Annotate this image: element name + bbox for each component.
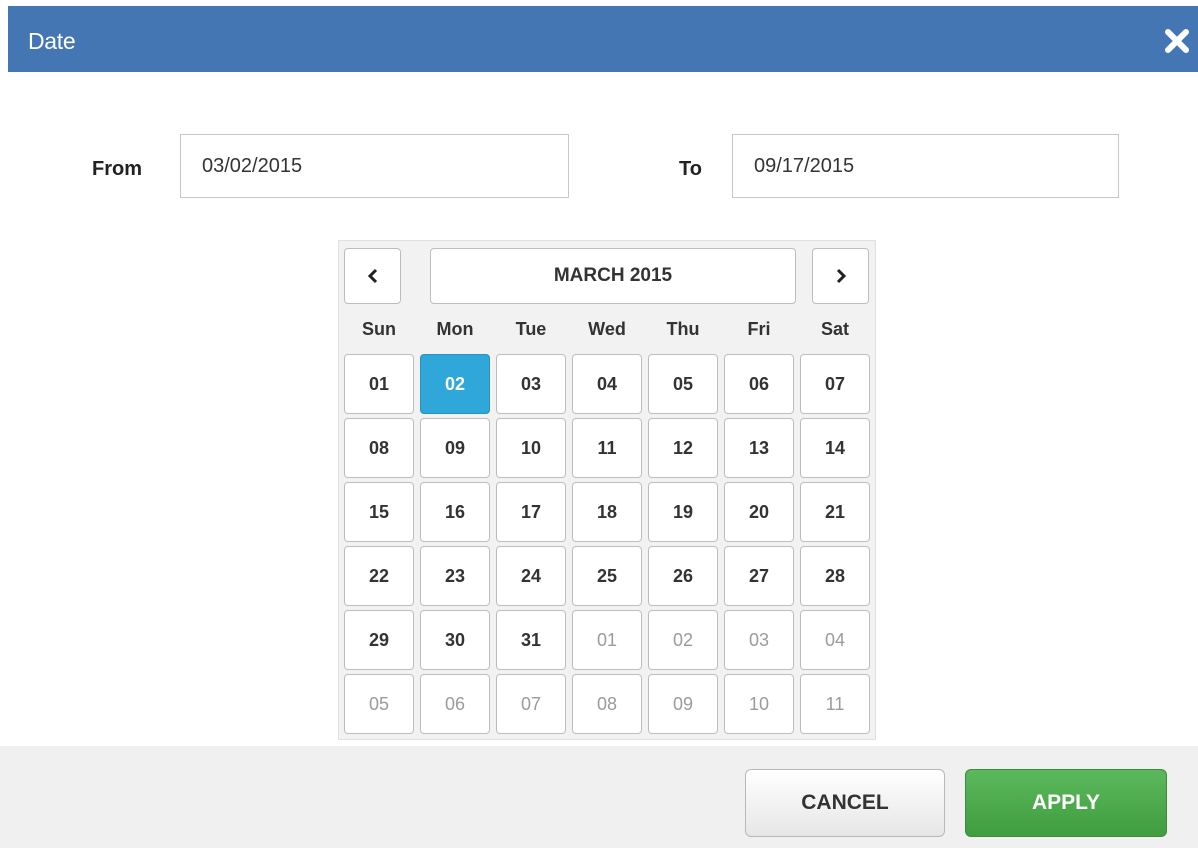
calendar-day[interactable]: 05 [344,674,414,734]
calendar-day[interactable]: 25 [572,546,642,606]
calendar-day[interactable]: 04 [800,610,870,670]
calendar-day[interactable]: 13 [724,418,794,478]
calendar: MARCH 2015 Sun Mon Tue Wed Thu Fri Sat 01 02 03 0… [338,240,876,740]
calendar-day[interactable]: 03 [724,610,794,670]
calendar-day[interactable]: 31 [496,610,566,670]
calendar-day[interactable]: 19 [648,482,718,542]
calendar-day[interactable]: 30 [420,610,490,670]
month-label-button[interactable]: MARCH 2015 [430,248,796,304]
calendar-day[interactable]: 20 [724,482,794,542]
weekday-header: Wed [588,319,626,339]
calendar-day[interactable]: 01 [344,354,414,414]
from-label: From [92,158,142,180]
calendar-day[interactable]: 09 [648,674,718,734]
calendar-day[interactable]: 03 [496,354,566,414]
prev-month-button[interactable] [344,248,401,304]
weekday-header: Sat [820,319,849,339]
calendar-day[interactable]: 14 [800,418,870,478]
weekday-header: Thu [666,319,700,339]
calendar-day[interactable]: 24 [496,546,566,606]
calendar-day[interactable]: 28 [800,546,870,606]
calendar-day[interactable]: 10 [496,418,566,478]
calendar-day[interactable]: 09 [420,418,490,478]
close-icon[interactable] [1162,26,1192,56]
calendar-day[interactable]: 06 [724,354,794,414]
calendar-day[interactable]: 04 [572,354,642,414]
calendar-day[interactable]: 12 [648,418,718,478]
calendar-day[interactable]: 17 [496,482,566,542]
from-date-input[interactable] [180,134,569,198]
dialog-footer: CANCEL APPLY [0,746,1198,848]
calendar-day[interactable]: 27 [724,546,794,606]
weekday-header: Mon [436,319,474,339]
calendar-day[interactable]: 05 [648,354,718,414]
chevron-left-icon [367,268,377,284]
calendar-day[interactable]: 18 [572,482,642,542]
calendar-day[interactable]: 08 [572,674,642,734]
calendar-day[interactable]: 15 [344,482,414,542]
calendar-day[interactable]: 29 [344,610,414,670]
dialog-header: Date [8,6,1198,72]
calendar-day[interactable]: 26 [648,546,718,606]
calendar-day[interactable]: 06 [420,674,490,734]
calendar-day[interactable]: 02 [420,354,490,414]
calendar-day[interactable]: 08 [344,418,414,478]
calendar-day[interactable]: 11 [800,674,870,734]
dialog-title: Date [28,28,76,54]
calendar-day[interactable]: 10 [724,674,794,734]
calendar-day[interactable]: 07 [800,354,870,414]
calendar-day[interactable]: 16 [420,482,490,542]
to-date-input[interactable] [732,134,1119,198]
weekday-header: Sun [362,319,396,339]
weekday-header: Fri [747,319,771,339]
calendar-day[interactable]: 07 [496,674,566,734]
next-month-button[interactable] [812,248,869,304]
calendar-day[interactable]: 23 [420,546,490,606]
weekday-header: Tue [515,319,547,339]
cancel-button[interactable]: CANCEL [745,769,945,837]
chevron-right-icon [836,268,846,284]
calendar-day[interactable]: 11 [572,418,642,478]
calendar-day[interactable]: 22 [344,546,414,606]
calendar-day[interactable]: 21 [800,482,870,542]
calendar-day[interactable]: 02 [648,610,718,670]
to-label: To [679,158,702,180]
apply-button[interactable]: APPLY [965,769,1167,837]
calendar-day[interactable]: 01 [572,610,642,670]
